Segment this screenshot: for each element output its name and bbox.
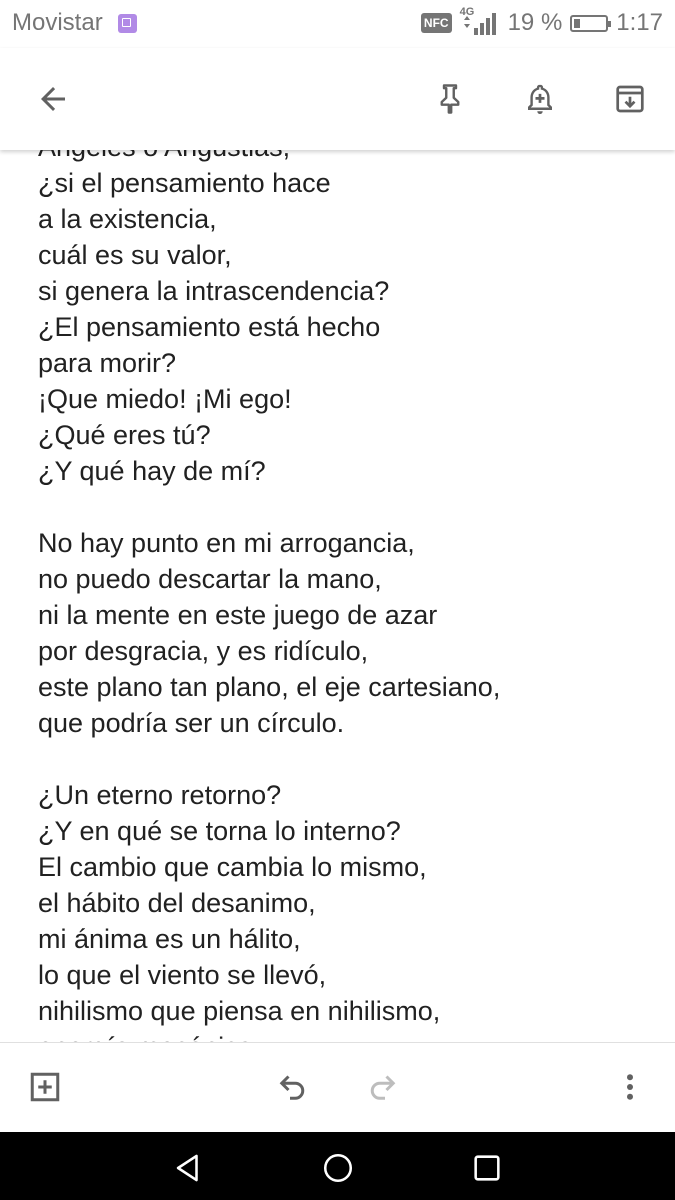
nav-recents-button[interactable] bbox=[467, 1148, 507, 1188]
note-line: ni la mente en este juego de azar bbox=[38, 600, 438, 630]
clock: 1:17 bbox=[616, 9, 663, 36]
nfc-icon: NFC bbox=[420, 13, 452, 33]
note-text[interactable]: Ángeles o Angustias, ¿si el pensamiento h… bbox=[38, 150, 500, 1042]
note-line: lo que el viento se llevó, bbox=[38, 960, 327, 990]
note-line: ¿si el pensamiento hace bbox=[38, 168, 331, 198]
note-line: ¿Y en qué se torna lo interno? bbox=[38, 816, 401, 846]
note-line: No hay punto en mi arrogancia, bbox=[38, 528, 415, 558]
add-content-button[interactable] bbox=[23, 1065, 67, 1109]
note-line: ¡Que miedo! ¡Mi ego! bbox=[38, 384, 292, 414]
note-line: ¿El pensamiento está hecho bbox=[38, 312, 381, 342]
system-nav-bar bbox=[0, 1132, 675, 1200]
nav-back-icon bbox=[176, 1154, 198, 1182]
pin-icon bbox=[440, 84, 460, 114]
note-line: cuál es su valor, bbox=[38, 240, 232, 270]
note-bottom-bar bbox=[0, 1042, 675, 1133]
note-line: energía mecánica bbox=[38, 1029, 500, 1042]
note-line: el hábito del desanimo, bbox=[38, 888, 316, 918]
note-toolbar bbox=[0, 48, 675, 150]
status-icons: NFC 4G 19 % 1:17 bbox=[420, 6, 663, 37]
nav-back-button[interactable] bbox=[168, 1148, 208, 1188]
nav-home-button[interactable] bbox=[318, 1148, 358, 1188]
note-line: que podría ser un círculo. bbox=[38, 708, 345, 738]
nav-recents-icon bbox=[474, 1155, 500, 1181]
back-arrow-icon bbox=[41, 87, 65, 111]
undo-icon bbox=[279, 1075, 305, 1100]
more-options-button[interactable] bbox=[608, 1065, 652, 1109]
redo-button[interactable] bbox=[360, 1065, 404, 1109]
archive-button[interactable] bbox=[608, 77, 652, 121]
note-blank-line bbox=[38, 489, 500, 525]
network-type: 4G bbox=[459, 6, 475, 18]
note-line: ¿Y qué hay de mí? bbox=[38, 456, 266, 486]
signal-icon: 4G bbox=[460, 6, 500, 36]
status-bar: Movistar NFC 4G 19 % 1:17 bbox=[0, 0, 675, 48]
note-line: por desgracia, y es ridículo, bbox=[38, 636, 369, 666]
note-line: si genera la intrascendencia? bbox=[38, 276, 390, 306]
redo-icon bbox=[370, 1075, 396, 1100]
note-line: Ángeles o Angustias, bbox=[38, 150, 500, 165]
note-line: El cambio que cambia lo mismo, bbox=[38, 852, 427, 882]
back-button[interactable] bbox=[31, 77, 75, 121]
more-vert-icon bbox=[627, 1074, 633, 1100]
archive-icon bbox=[616, 85, 644, 113]
note-line: este plano tan plano, el eje cartesiano, bbox=[38, 672, 501, 702]
add-box-icon bbox=[30, 1072, 60, 1102]
note-line: ¿Qué eres tú? bbox=[38, 420, 211, 450]
note-line: para morir? bbox=[38, 348, 177, 378]
gallery-notification-icon bbox=[118, 14, 137, 33]
reminder-bell-icon bbox=[528, 84, 552, 114]
battery-fill bbox=[574, 18, 580, 28]
pin-button[interactable] bbox=[428, 77, 472, 121]
note-body[interactable]: Ángeles o Angustias, ¿si el pensamiento h… bbox=[0, 150, 675, 1042]
note-line: mi ánima es un hálito, bbox=[38, 924, 301, 954]
undo-button[interactable] bbox=[271, 1065, 315, 1109]
battery-percent: 19 % bbox=[507, 9, 563, 36]
reminder-button[interactable] bbox=[518, 77, 562, 121]
carrier-name: Movistar bbox=[12, 9, 103, 36]
note-line: nihilismo que piensa en nihilismo, bbox=[38, 996, 441, 1026]
battery-icon bbox=[570, 14, 612, 32]
note-line: a la existencia, bbox=[38, 204, 217, 234]
nav-home-icon bbox=[323, 1153, 353, 1183]
note-line: ¿Un eterno retorno? bbox=[38, 780, 282, 810]
note-line: no puedo descartar la mano, bbox=[38, 564, 382, 594]
note-blank-line bbox=[38, 741, 500, 777]
